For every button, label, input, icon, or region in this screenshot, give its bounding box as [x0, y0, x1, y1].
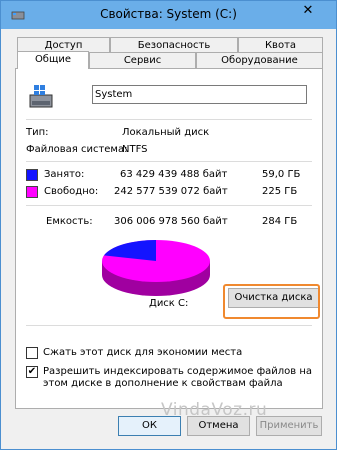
check-icon: ✔	[27, 366, 37, 377]
general-panel: System Тип: Локальный диск Файловая сист…	[15, 68, 323, 409]
tab-hardware[interactable]: Оборудование	[196, 52, 323, 68]
free-size: 225 ГБ	[262, 186, 298, 197]
apply-button[interactable]: Применить	[256, 416, 322, 436]
cancel-button[interactable]: Отмена	[187, 416, 250, 436]
type-label: Тип:	[26, 127, 49, 138]
tab-security[interactable]: Безопасность	[110, 37, 238, 53]
properties-window: Свойства: System (C:) ✕ Доступ Безопасно…	[0, 0, 337, 450]
compress-checkbox[interactable]	[26, 347, 38, 359]
free-color-swatch	[26, 186, 38, 198]
separator	[26, 325, 312, 326]
separator	[26, 205, 312, 206]
drive-name-input[interactable]: System	[92, 85, 307, 104]
tab-tools[interactable]: Сервис	[89, 52, 196, 68]
ok-button[interactable]: ОК	[118, 416, 181, 436]
cleanup-highlight-frame	[223, 284, 320, 319]
tab-quota[interactable]: Квота	[238, 37, 323, 53]
separator	[26, 161, 312, 162]
close-icon: ✕	[302, 3, 314, 18]
title-bar: Свойства: System (C:) ✕	[1, 1, 336, 29]
capacity-label: Емкость:	[46, 216, 93, 227]
tab-general[interactable]: Общие	[17, 51, 89, 69]
type-value: Локальный диск	[122, 127, 210, 138]
separator	[26, 119, 312, 120]
index-checkbox[interactable]: ✔	[26, 366, 38, 378]
used-color-swatch	[26, 169, 38, 181]
tab-row-bottom: Общие Сервис Оборудование	[17, 51, 323, 69]
free-bytes: 242 577 539 072 байт	[114, 186, 228, 197]
used-size: 59,0 ГБ	[262, 169, 301, 180]
capacity-bytes: 306 006 978 560 байт	[114, 216, 228, 227]
disk-usage-pie	[102, 240, 210, 296]
window-title: Свойства: System (C:)	[100, 7, 237, 21]
drive-large-icon	[29, 85, 53, 108]
used-bytes: 63 429 439 488 байт	[120, 169, 228, 180]
index-label: Разрешить индексировать содержимое файло…	[43, 366, 313, 389]
filesystem-value: NTFS	[122, 144, 148, 155]
used-label: Занято:	[44, 169, 85, 180]
capacity-size: 284 ГБ	[262, 216, 298, 227]
filesystem-label: Файловая система:	[26, 144, 128, 155]
compress-label: Сжать этот диск для экономии места	[43, 347, 243, 358]
close-button[interactable]: ✕	[288, 1, 328, 21]
free-label: Свободно:	[44, 186, 99, 197]
disk-label: Диск C:	[149, 298, 189, 309]
